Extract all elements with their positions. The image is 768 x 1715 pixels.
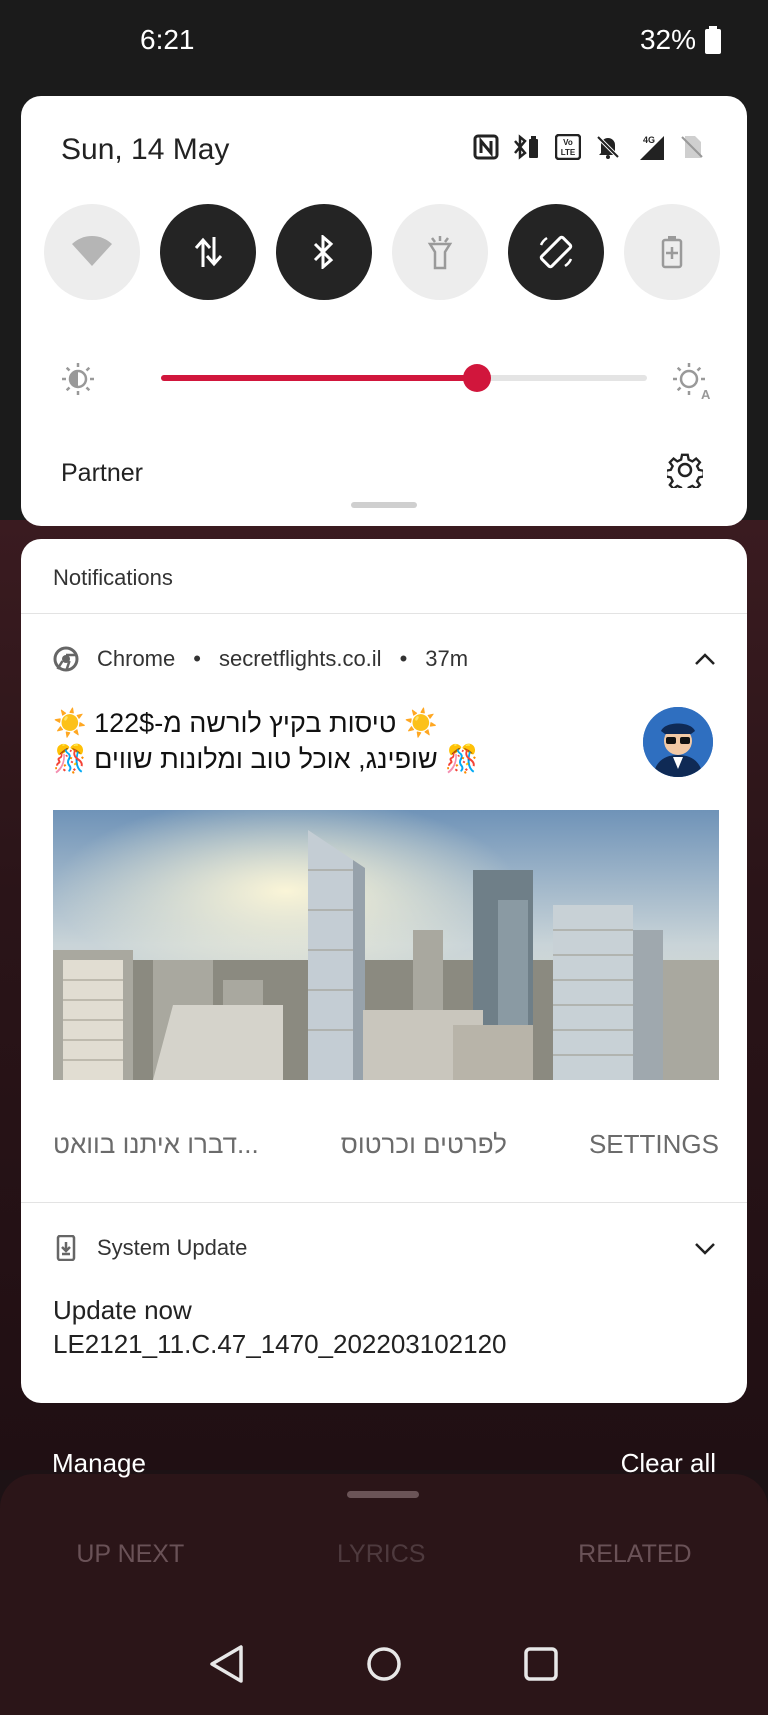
svg-text:Vo: Vo (563, 138, 573, 147)
chrome-notification-text[interactable]: ☀️ טיסות בקיץ לורשה מ-122$ ☀️ 🎊 שופינג, … (53, 705, 613, 777)
tab-lyrics[interactable]: LYRICS (337, 1540, 425, 1569)
pilot-avatar (643, 707, 713, 777)
system-update-title: Update now (53, 1295, 192, 1325)
brightness-slider-fill (161, 375, 477, 381)
collapse-chevron-icon[interactable] (693, 651, 717, 667)
tile-bluetooth[interactable] (276, 204, 372, 300)
tile-battery-saver[interactable] (624, 204, 720, 300)
notifications-header: Notifications (53, 565, 173, 590)
city-skyline-image[interactable] (53, 810, 719, 1080)
mute-icon (596, 135, 620, 159)
bluetooth-battery-icon (514, 134, 538, 160)
settings-gear-icon[interactable] (667, 452, 703, 488)
divider (21, 613, 747, 614)
brightness-slider[interactable] (161, 364, 647, 392)
svg-text:A: A (701, 387, 711, 400)
chrome-notification-header[interactable]: Chrome • secretflights.co.il • 37m (53, 646, 468, 672)
no-sim-icon (681, 136, 703, 158)
navigation-bar (210, 1645, 558, 1683)
bullet-separator: • (399, 646, 408, 671)
chrome-line-1: ☀️ טיסות בקיץ לורשה מ-122$ ☀️ (53, 708, 438, 738)
action-whatsapp[interactable]: דברו איתנו בוואט... (53, 1129, 259, 1160)
recents-icon[interactable] (524, 1647, 558, 1681)
action-settings[interactable]: SETTINGS (589, 1129, 719, 1160)
divider (21, 1202, 747, 1203)
data-arrows-icon (194, 237, 223, 267)
expand-chevron-icon[interactable] (693, 1241, 717, 1257)
player-tabs: UP NEXT LYRICS RELATED (0, 1540, 768, 1569)
chrome-app-name: Chrome (97, 646, 176, 671)
auto-brightness-icon[interactable]: A (673, 362, 711, 400)
wifi-icon (72, 236, 112, 266)
chrome-icon (53, 646, 79, 672)
battery-icon (705, 26, 721, 54)
action-details-tickets[interactable]: לפרטים וכרטוס (341, 1129, 507, 1160)
flashlight-icon (427, 236, 453, 270)
system-update-header[interactable]: System Update (53, 1235, 247, 1261)
status-battery: 32% (640, 24, 722, 56)
brightness-low-icon (62, 363, 94, 395)
nfc-icon (473, 134, 499, 160)
chrome-site: secretflights.co.il (218, 646, 382, 671)
quick-settings-panel: Sun, 14 May Vo LTE 4G A Partner (21, 96, 747, 526)
brightness-row: A (61, 358, 711, 400)
auto-rotate-icon (539, 235, 573, 269)
system-update-version: LE2121_11.C.47_1470_202203102120 (53, 1329, 507, 1359)
manage-button[interactable]: Manage (52, 1448, 146, 1479)
chrome-actions: דברו איתנו בוואט... לפרטים וכרטוס SETTIN… (53, 1129, 719, 1160)
system-update-body[interactable]: Update now LE2121_11.C.47_1470_202203102… (53, 1293, 507, 1361)
volte-icon: VoLTE (555, 134, 581, 160)
qs-status-icons: Vo LTE 4G (473, 134, 705, 160)
tab-up-next[interactable]: UP NEXT (76, 1540, 184, 1569)
chrome-time: 37m (425, 646, 469, 671)
tile-wifi[interactable] (44, 204, 140, 300)
notifications-panel: Notifications Chrome • secretflights.co.… (21, 539, 747, 1403)
signal-4g-icon: 4G (640, 135, 664, 160)
tile-mobile-data[interactable] (160, 204, 256, 300)
back-icon[interactable] (210, 1645, 243, 1683)
svg-text:LTE: LTE (561, 148, 576, 157)
sheet-drag-handle[interactable] (347, 1491, 419, 1498)
chrome-line-2: 🎊 שופינג, אוכל טוב ומלונות שווים 🎊 (53, 744, 479, 774)
bluetooth-icon (313, 235, 334, 269)
qs-date: Sun, 14 May (61, 133, 230, 166)
qs-tiles (44, 204, 720, 300)
panel-drag-handle[interactable] (351, 502, 417, 508)
system-update-icon (56, 1235, 76, 1261)
status-time: 6:21 (140, 24, 195, 55)
tile-auto-rotate[interactable] (508, 204, 604, 300)
tile-flashlight[interactable] (392, 204, 488, 300)
pilot-avatar-image (643, 707, 713, 777)
brightness-slider-thumb[interactable] (462, 364, 491, 392)
svg-text:4G: 4G (643, 135, 655, 145)
home-icon[interactable] (367, 1647, 401, 1681)
clear-all-button[interactable]: Clear all (621, 1448, 716, 1479)
bullet-separator: • (193, 646, 201, 671)
system-update-app-name: System Update (97, 1235, 248, 1260)
skyline-illustration (53, 810, 719, 1080)
battery-saver-icon (661, 236, 683, 269)
tab-related[interactable]: RELATED (578, 1540, 691, 1569)
battery-percent: 32% (639, 24, 696, 55)
carrier-name: Partner (61, 459, 143, 487)
